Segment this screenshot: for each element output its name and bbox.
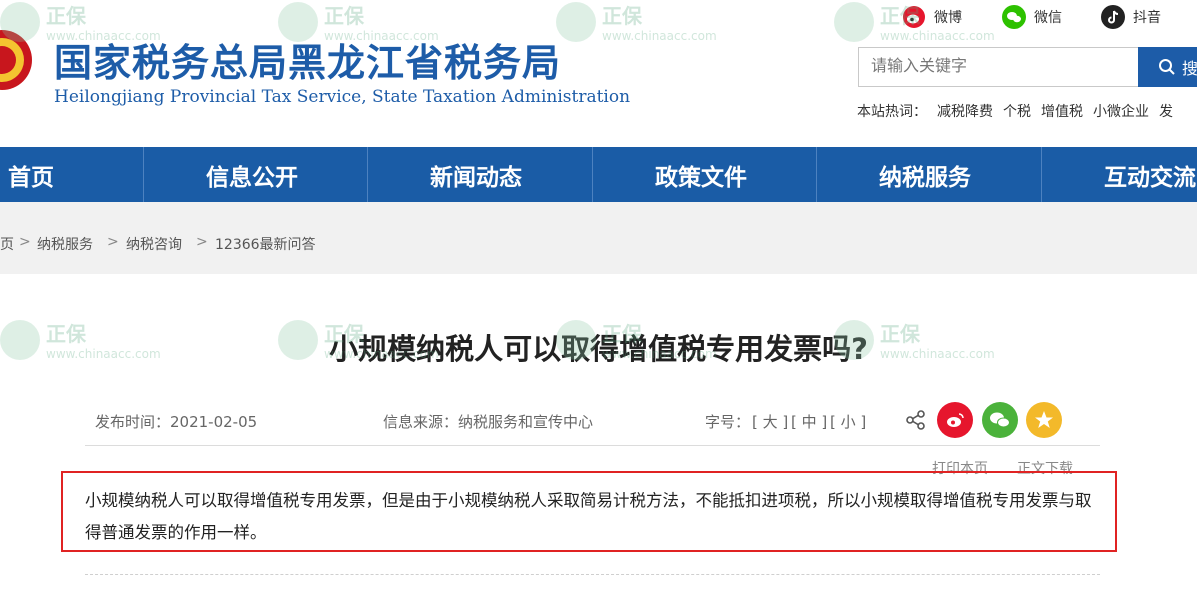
hot-word[interactable]: 增值税	[1041, 101, 1083, 121]
nav-divider	[816, 147, 817, 202]
search-icon	[1159, 59, 1175, 75]
breadcrumb-item-12366[interactable]: 12366最新问答	[215, 234, 316, 254]
font-size-label: 字号：	[705, 413, 751, 431]
nav-divider	[143, 147, 144, 202]
nav-divider	[592, 147, 593, 202]
hot-words-label: 本站热词：	[857, 104, 927, 120]
search-button[interactable]: 搜	[1138, 47, 1197, 87]
hot-word[interactable]: 小微企业	[1093, 101, 1149, 121]
nav-info-disclosure[interactable]: 信息公开	[206, 147, 298, 202]
info-source: 信息来源：纳税服务和宣传中心	[383, 413, 594, 431]
article-title: 小规模纳税人可以取得增值税专用发票吗?	[329, 332, 868, 366]
site-subtitle: Heilongjiang Provincial Tax Service, Sta…	[54, 87, 631, 107]
nav-tax-service[interactable]: 纳税服务	[879, 147, 971, 202]
site-title[interactable]: 国家税务总局黑龙江省税务局	[54, 32, 561, 87]
hot-words: 本站热词： 减税降费 个税 增值税 小微企业 发	[857, 101, 1173, 121]
font-size-medium[interactable]: [ 中 ]	[791, 411, 827, 432]
wechat-link[interactable]: 微信	[1002, 4, 1062, 30]
wechat-label: 微信	[1034, 10, 1062, 26]
douyin-link[interactable]: 抖音	[1101, 4, 1161, 30]
publish-date: 发布时间：2021-02-05	[95, 413, 258, 431]
site-header: ふ 国家税务总局黑龙江省税务局 Heilongjiang Provincial …	[0, 0, 1197, 147]
breadcrumb-separator: >	[196, 234, 208, 250]
wechat-share-icon[interactable]	[982, 402, 1018, 438]
weibo-label: 微博	[934, 10, 962, 26]
hot-word[interactable]: 发	[1159, 101, 1173, 121]
qzone-share-icon[interactable]	[1026, 402, 1062, 438]
national-emblem-icon: ふ	[0, 30, 32, 90]
nav-divider	[367, 147, 368, 202]
breadcrumb-separator: >	[107, 234, 119, 250]
main-nav: 首页 信息公开 新闻动态 政策文件 纳税服务 互动交流	[0, 147, 1197, 202]
hot-word[interactable]: 减税降费	[937, 101, 993, 121]
search-input[interactable]	[858, 47, 1140, 87]
breadcrumb-item-consulting[interactable]: 纳税咨询	[126, 234, 182, 254]
hot-word[interactable]: 个税	[1003, 101, 1031, 121]
article-bottom-divider	[85, 574, 1100, 575]
nav-news[interactable]: 新闻动态	[430, 147, 522, 202]
nav-home[interactable]: 首页	[8, 147, 54, 202]
article-body: 小规模纳税人可以取得增值税专用发票，但是由于小规模纳税人采取简易计税方法，不能抵…	[85, 491, 1092, 542]
weibo-link[interactable]: 微博	[902, 4, 962, 30]
breadcrumb-separator: >	[19, 234, 31, 250]
weibo-share-icon[interactable]	[937, 402, 973, 438]
font-size-small[interactable]: [ 小 ]	[830, 411, 866, 432]
breadcrumb-item-tax-service[interactable]: 纳税服务	[37, 234, 93, 254]
douyin-icon	[1101, 5, 1125, 29]
weibo-icon	[902, 5, 926, 29]
share-icon[interactable]	[898, 402, 934, 438]
nav-interaction[interactable]: 互动交流	[1104, 147, 1196, 202]
search-button-label: 搜	[1182, 59, 1197, 78]
wechat-icon	[1002, 5, 1026, 29]
font-size-large[interactable]: [ 大 ]	[752, 411, 788, 432]
nav-policy[interactable]: 政策文件	[655, 147, 747, 202]
breadcrumb-item-home[interactable]: 页	[0, 234, 14, 254]
nav-divider	[1041, 147, 1042, 202]
meta-divider	[85, 445, 1100, 446]
douyin-label: 抖音	[1133, 10, 1161, 26]
